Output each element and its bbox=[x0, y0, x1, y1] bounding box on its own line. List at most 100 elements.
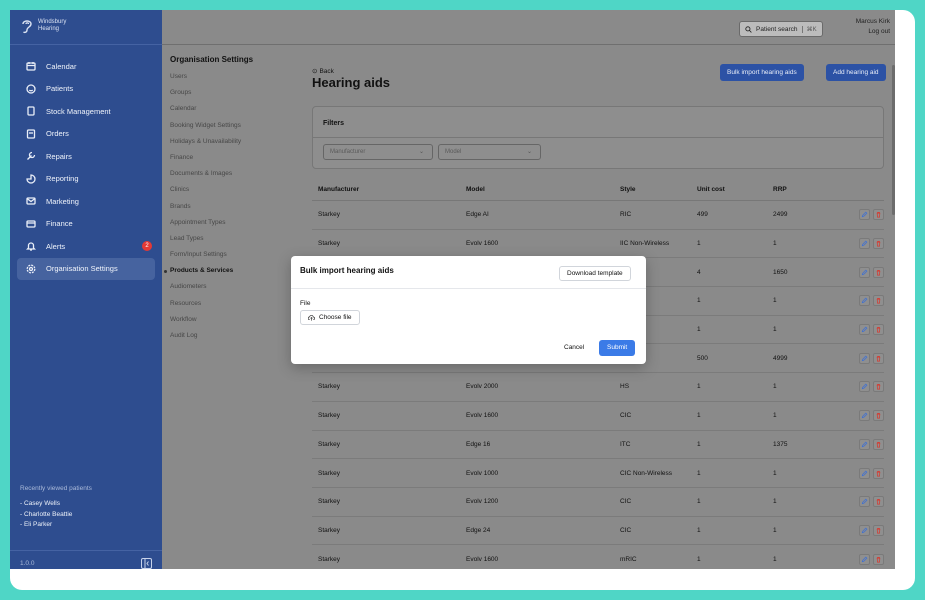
column-header[interactable]: Model bbox=[466, 186, 620, 193]
row-actions bbox=[833, 553, 884, 565]
bulk-import-button[interactable]: Bulk import hearing aids bbox=[720, 64, 804, 81]
patient-search-button[interactable]: Patient search ⌘K bbox=[739, 21, 823, 37]
column-header[interactable]: Style bbox=[620, 186, 697, 193]
edit-pencil-icon[interactable] bbox=[859, 209, 870, 221]
column-header[interactable]: RRP bbox=[773, 186, 833, 193]
logout-link[interactable]: Log out bbox=[856, 27, 890, 37]
table-cell: Edge AI bbox=[466, 211, 489, 219]
edit-pencil-icon[interactable] bbox=[859, 524, 870, 536]
delete-trash-icon[interactable] bbox=[873, 553, 884, 565]
sidebar-item-repairs[interactable]: Repairs bbox=[10, 145, 162, 168]
delete-trash-icon[interactable] bbox=[873, 266, 884, 278]
sidebar-item-reporting[interactable]: Reporting bbox=[10, 168, 162, 191]
table-cell: IIC Non-Wireless bbox=[620, 240, 670, 248]
choose-file-button[interactable]: Choose file bbox=[300, 310, 360, 325]
delete-trash-icon[interactable] bbox=[873, 496, 884, 508]
column-header[interactable]: Unit cost bbox=[697, 186, 773, 193]
sidebar-item-organisation-settings[interactable]: Organisation Settings bbox=[17, 257, 155, 280]
delete-trash-icon[interactable] bbox=[873, 238, 884, 250]
choose-file-label: Choose file bbox=[319, 314, 352, 321]
download-template-button[interactable]: Download template bbox=[559, 266, 631, 281]
column-header[interactable]: Manufacturer bbox=[312, 186, 466, 193]
settings-item[interactable]: Appointment Types bbox=[170, 215, 300, 231]
table-cell: Starkey bbox=[318, 469, 341, 477]
settings-item[interactable]: Groups bbox=[170, 85, 300, 101]
back-link[interactable]: ⊙ Back bbox=[312, 67, 334, 76]
table-row[interactable]: Starkey Evolv 1000 CIC Non-Wireless 1 1 bbox=[312, 459, 884, 488]
table-cell: ITC bbox=[620, 440, 631, 448]
settings-item[interactable]: Calendar bbox=[170, 101, 300, 117]
brand-logo[interactable]: Windsbury Hearing bbox=[20, 18, 66, 34]
sidebar-item-marketing[interactable]: Marketing bbox=[10, 190, 162, 213]
edit-pencil-icon[interactable] bbox=[859, 381, 870, 393]
collapse-sidebar-icon[interactable] bbox=[141, 558, 152, 569]
table-cell: RIC bbox=[620, 211, 632, 219]
settings-item[interactable]: Audiometers bbox=[170, 279, 300, 295]
settings-item[interactable]: Lead Types bbox=[170, 231, 300, 247]
edit-pencil-icon[interactable] bbox=[859, 266, 870, 278]
row-actions bbox=[833, 524, 884, 536]
table-cell: HS bbox=[620, 383, 630, 391]
settings-item[interactable]: Audit Log bbox=[170, 328, 300, 344]
recent-patient-link[interactable]: - Casey Wells bbox=[20, 499, 92, 510]
settings-item[interactable]: Form/Input Settings bbox=[170, 247, 300, 263]
edit-pencil-icon[interactable] bbox=[859, 295, 870, 307]
sidebar-item-patients[interactable]: Patients bbox=[10, 78, 162, 101]
delete-trash-icon[interactable] bbox=[873, 524, 884, 536]
manufacturer-select[interactable]: Manufacturer ⌄ bbox=[323, 144, 433, 160]
delete-trash-icon[interactable] bbox=[873, 324, 884, 336]
add-hearing-aid-button[interactable]: Add hearing aid bbox=[826, 64, 886, 81]
settings-item[interactable]: Users bbox=[170, 69, 300, 85]
edit-pencil-icon[interactable] bbox=[859, 553, 870, 565]
settings-item[interactable]: Products & Services bbox=[164, 263, 300, 279]
settings-item[interactable]: Resources bbox=[170, 296, 300, 312]
sidebar-item-finance[interactable]: Finance bbox=[10, 213, 162, 236]
edit-pencil-icon[interactable] bbox=[859, 238, 870, 250]
sidebar-item-label: Patients bbox=[46, 84, 74, 94]
settings-item[interactable]: Workflow bbox=[170, 312, 300, 328]
edit-pencil-icon[interactable] bbox=[859, 352, 870, 364]
settings-item[interactable]: Documents & Images bbox=[170, 166, 300, 182]
settings-item[interactable]: Clinics bbox=[170, 182, 300, 198]
settings-item[interactable]: Booking Widget Settings bbox=[170, 118, 300, 134]
delete-trash-icon[interactable] bbox=[873, 467, 884, 479]
table-row[interactable]: Starkey Edge 16 ITC 1 1375 bbox=[312, 431, 884, 460]
edit-pencil-icon[interactable] bbox=[859, 438, 870, 450]
edit-pencil-icon[interactable] bbox=[859, 467, 870, 479]
sidebar-item-stock-management[interactable]: Stock Management bbox=[10, 100, 162, 123]
user-name: Marcus Kirk bbox=[855, 18, 890, 25]
table-row[interactable]: Starkey Evolv 1600 CIC 1 1 bbox=[312, 402, 884, 431]
edit-pencil-icon[interactable] bbox=[859, 496, 870, 508]
table-row[interactable]: Starkey Edge 24 CIC 1 1 bbox=[312, 517, 884, 546]
table-row[interactable]: Starkey Evolv 1200 CIC 1 1 bbox=[312, 488, 884, 517]
ear-logo-icon bbox=[22, 20, 32, 34]
delete-trash-icon[interactable] bbox=[873, 381, 884, 393]
settings-item[interactable]: Finance bbox=[170, 150, 300, 166]
sidebar-item-orders[interactable]: Orders bbox=[10, 123, 162, 146]
back-arrow-icon: ⊙ bbox=[312, 68, 318, 75]
table-cell: CIC bbox=[620, 498, 632, 506]
model-select[interactable]: Model ⌄ bbox=[438, 144, 541, 160]
settings-item[interactable]: Brands bbox=[170, 199, 300, 215]
sidebar-item-label: Reporting bbox=[46, 174, 79, 184]
table-row[interactable]: Starkey Evolv 1600 IIC Non-Wireless 1 1 bbox=[312, 230, 884, 259]
scrollbar[interactable] bbox=[892, 65, 895, 215]
settings-item[interactable]: Holidays & Unavailability bbox=[170, 134, 300, 150]
table-row[interactable]: Starkey Edge AI RIC 499 2499 bbox=[312, 201, 884, 230]
edit-pencil-icon[interactable] bbox=[859, 410, 870, 422]
sidebar-item-calendar[interactable]: Calendar bbox=[10, 55, 162, 78]
delete-trash-icon[interactable] bbox=[873, 295, 884, 307]
sidebar-item-alerts[interactable]: Alerts 2 bbox=[10, 235, 162, 258]
delete-trash-icon[interactable] bbox=[873, 438, 884, 450]
delete-trash-icon[interactable] bbox=[873, 410, 884, 422]
edit-pencil-icon[interactable] bbox=[859, 324, 870, 336]
delete-trash-icon[interactable] bbox=[873, 352, 884, 364]
cancel-button[interactable]: Cancel bbox=[564, 344, 584, 351]
recent-patient-link[interactable]: - Charlotte Beattie bbox=[20, 510, 92, 521]
table-row[interactable]: Starkey Evolv 2000 HS 1 1 bbox=[312, 373, 884, 402]
delete-trash-icon[interactable] bbox=[873, 209, 884, 221]
submit-button[interactable]: Submit bbox=[599, 340, 636, 356]
recent-patient-link[interactable]: - Eli Parker bbox=[20, 520, 92, 531]
table-row[interactable]: Starkey Evolv 1600 mRIC 1 1 bbox=[312, 545, 884, 569]
table-cell: 4999 bbox=[773, 354, 788, 362]
